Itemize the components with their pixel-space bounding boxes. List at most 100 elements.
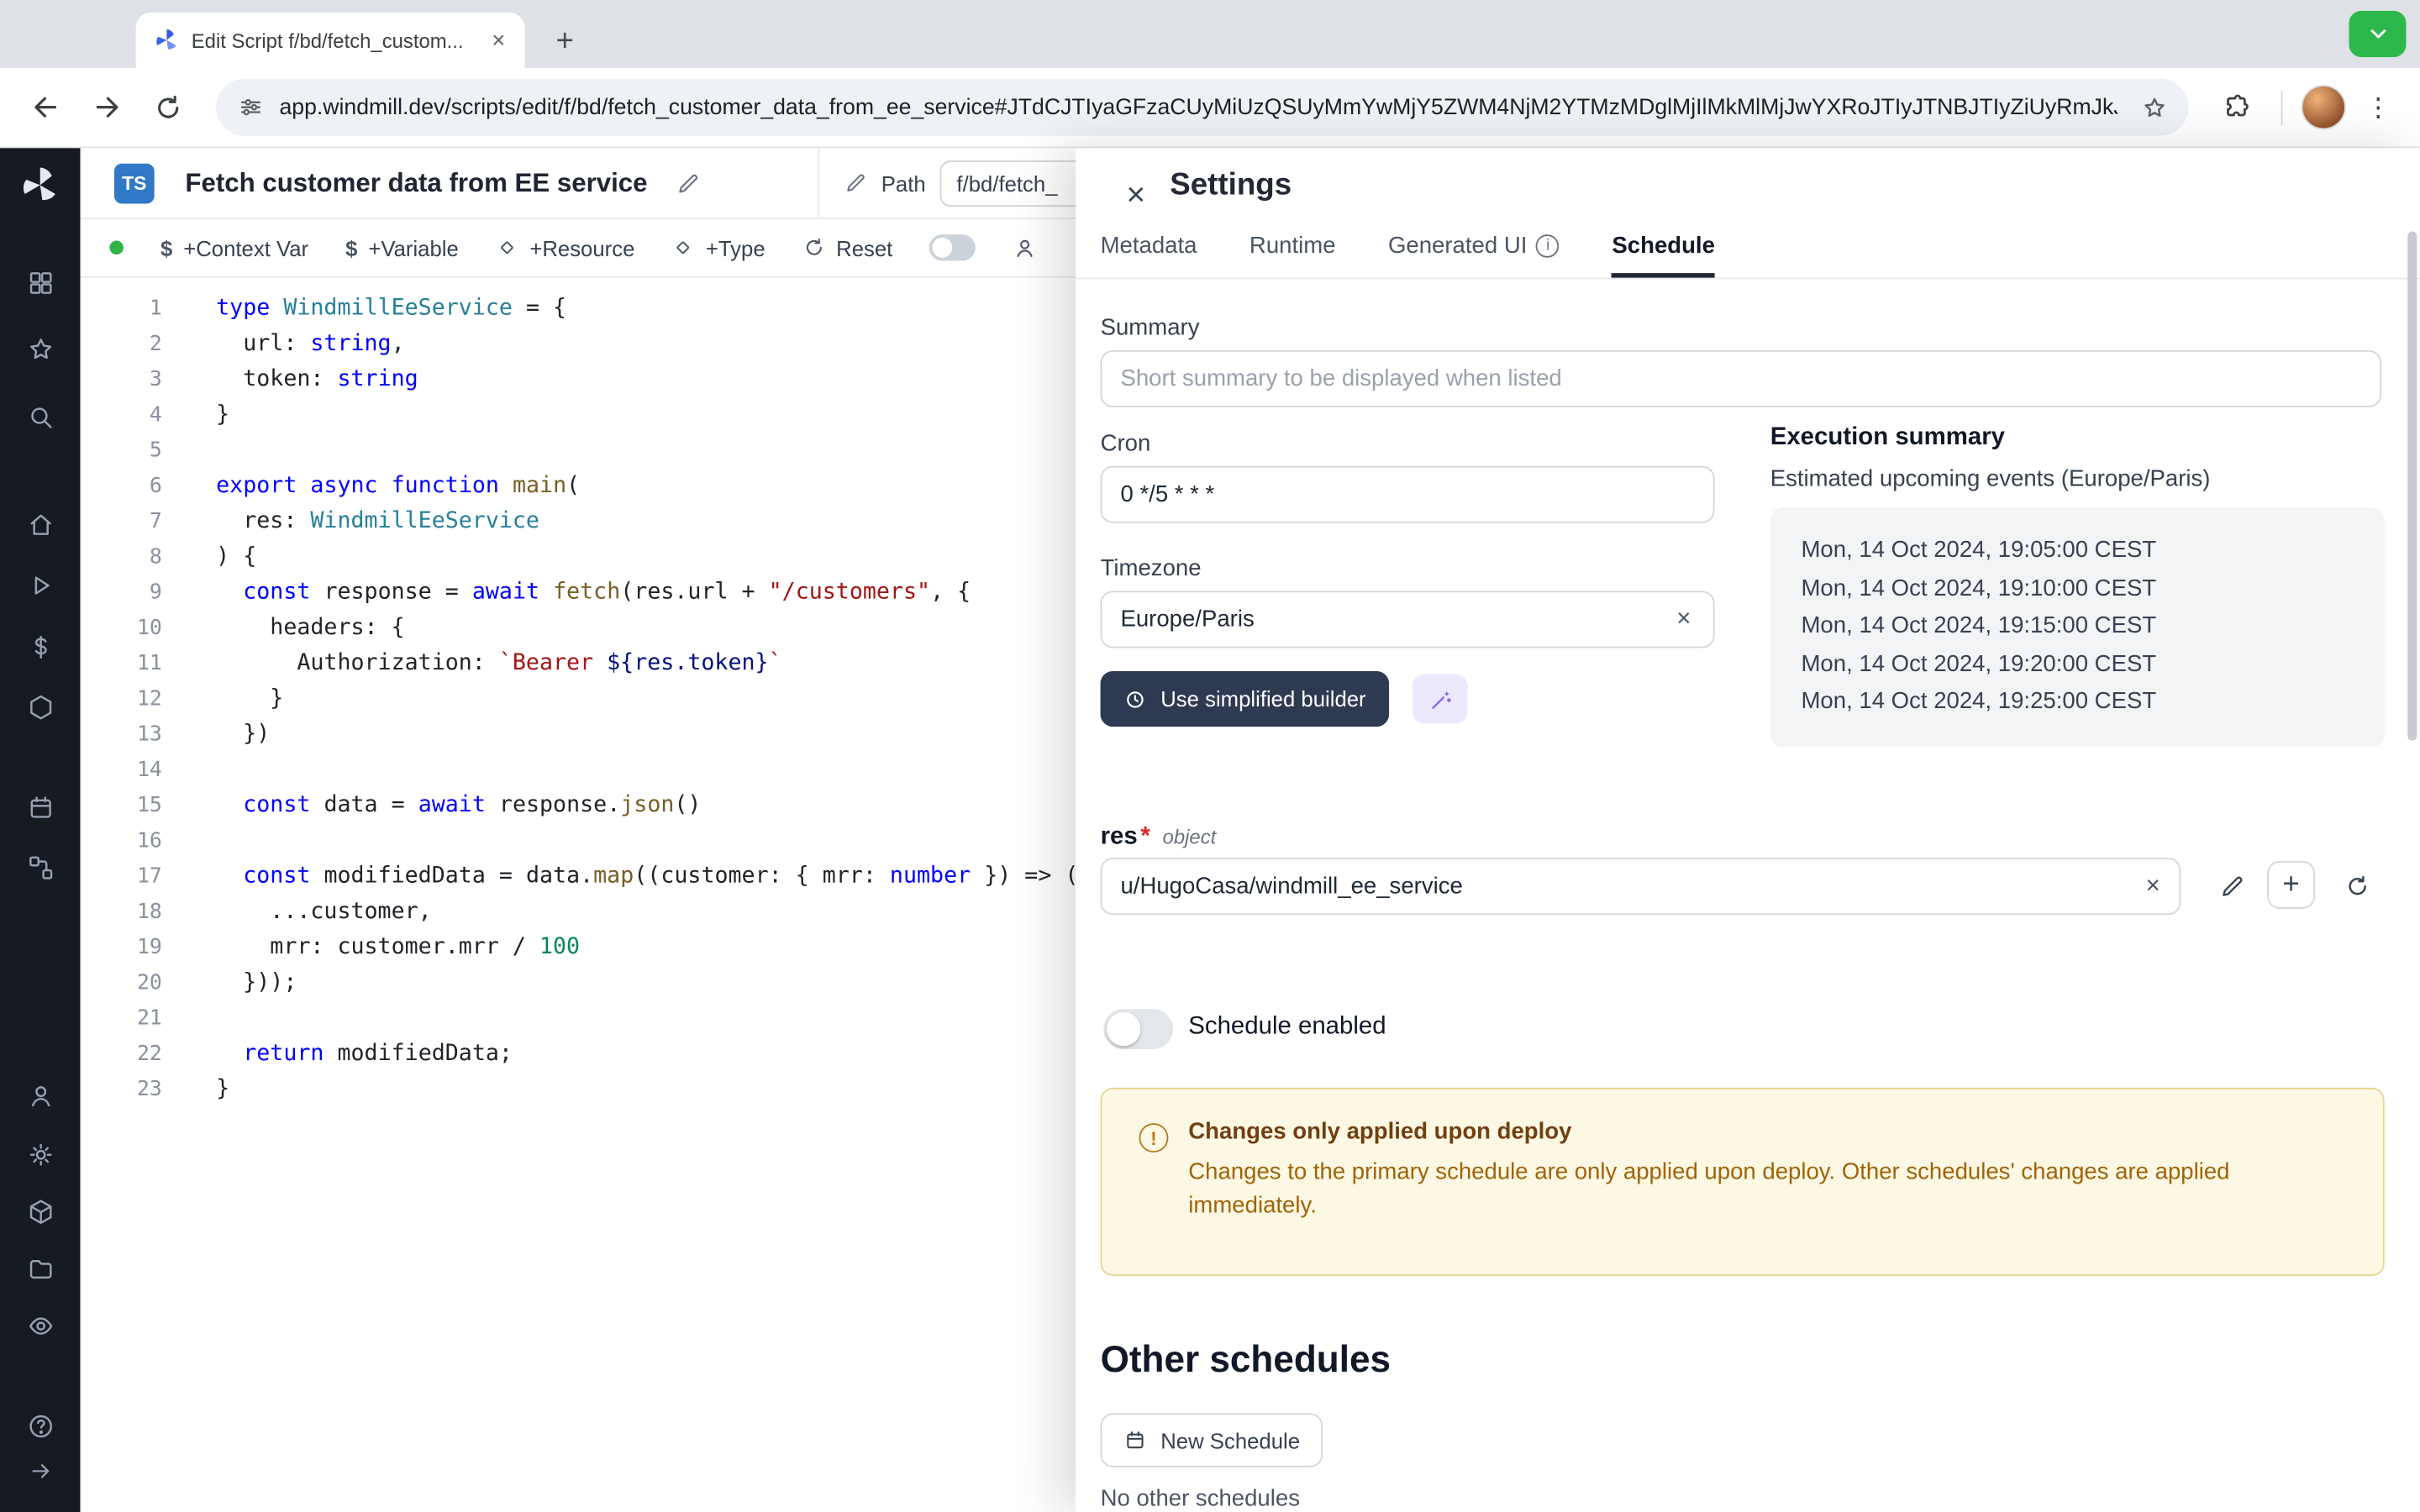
tab-schedule[interactable]: Schedule xyxy=(1612,233,1714,277)
code-text xyxy=(162,824,216,859)
app-sidebar xyxy=(0,148,81,1512)
browser-tab[interactable]: Edit Script f/bd/fetch_custom... × xyxy=(136,13,525,68)
add-resource-button[interactable]: + xyxy=(2267,861,2315,909)
search-icon[interactable] xyxy=(0,402,81,432)
new-schedule-button[interactable]: New Schedule xyxy=(1101,1413,1323,1467)
flows-icon[interactable] xyxy=(0,853,81,883)
line-number: 3 xyxy=(81,363,162,398)
help-icon[interactable] xyxy=(0,1412,81,1441)
code-text: Authorization: `Bearer ${res.token}` xyxy=(162,647,782,682)
cron-input[interactable] xyxy=(1101,466,1715,523)
users-icon[interactable] xyxy=(0,1082,81,1111)
forward-button[interactable] xyxy=(81,81,133,133)
panel-scrollbar[interactable] xyxy=(2407,232,2417,741)
line-number: 15 xyxy=(81,789,162,824)
puzzle-icon xyxy=(2221,92,2252,123)
code-text: })); xyxy=(162,966,297,1001)
line-number: 22 xyxy=(81,1037,162,1072)
line-number: 21 xyxy=(81,1001,162,1037)
resource-clear-icon[interactable]: × xyxy=(2134,869,2171,906)
extensions-button[interactable] xyxy=(2210,81,2262,133)
timezone-input[interactable] xyxy=(1101,591,1715,648)
reset-button[interactable]: Reset xyxy=(802,235,893,260)
schedules-calendar-icon[interactable] xyxy=(0,793,81,822)
new-tab-button[interactable]: + xyxy=(544,20,587,63)
line-number: 7 xyxy=(81,505,162,540)
code-text: mrr: customer.mrr / 100 xyxy=(162,931,580,966)
add-variable-button[interactable]: $+Variable xyxy=(345,235,459,260)
add-variable-label: +Variable xyxy=(368,235,458,260)
settings-gear-icon[interactable] xyxy=(0,1140,81,1169)
tab-generated-ui[interactable]: Generated UIi xyxy=(1388,233,1560,277)
timezone-clear-icon[interactable]: × xyxy=(1665,601,1702,638)
new-schedule-label: New Schedule xyxy=(1160,1428,1300,1452)
pencil-icon xyxy=(676,171,700,195)
code-text: res: WindmillEeService xyxy=(162,505,539,540)
green-dropdown-button[interactable] xyxy=(2349,11,2407,57)
audit-eye-icon[interactable] xyxy=(0,1311,81,1341)
resources-hexagon-icon[interactable] xyxy=(0,693,81,722)
back-button[interactable] xyxy=(18,81,71,133)
url-bar[interactable]: app.windmill.dev/scripts/edit/f/bd/fetch… xyxy=(216,79,2188,136)
line-number: 19 xyxy=(81,931,162,966)
code-text: const response = await fetch(res.url + "… xyxy=(162,575,971,611)
profile-avatar[interactable] xyxy=(2302,85,2346,129)
schedule-enabled-toggle[interactable] xyxy=(1103,1009,1173,1049)
toolbar-divider xyxy=(2281,90,2283,123)
url-text[interactable]: app.windmill.dev/scripts/edit/f/bd/fetch… xyxy=(279,95,2118,119)
folders-icon[interactable] xyxy=(0,1254,81,1284)
tab-close-icon[interactable]: × xyxy=(485,26,513,54)
browser-menu-button[interactable]: ⋮ xyxy=(2355,84,2402,130)
variables-dollar-icon[interactable] xyxy=(0,633,81,662)
workers-cube-icon[interactable] xyxy=(0,1197,81,1226)
editor-mini-toggle[interactable] xyxy=(929,234,976,260)
line-number: 6 xyxy=(81,469,162,504)
dollar-icon: $ xyxy=(160,235,172,260)
clock-icon xyxy=(1123,687,1147,711)
edit-resource-button[interactable] xyxy=(2208,863,2254,909)
upcoming-events-box: Mon, 14 Oct 2024, 19:05:00 CESTMon, 14 O… xyxy=(1770,507,2385,747)
site-info-icon[interactable] xyxy=(238,94,264,120)
windmill-logo[interactable] xyxy=(0,165,81,206)
add-type-button[interactable]: +Type xyxy=(671,235,765,260)
add-resource-label: +Resource xyxy=(529,235,634,260)
tab-runtime[interactable]: Runtime xyxy=(1249,233,1336,277)
code-text: ...customer, xyxy=(162,895,432,930)
code-text: } xyxy=(162,398,229,433)
close-settings-button[interactable]: × xyxy=(1110,170,1162,222)
code-text: const modifiedData = data.map((customer:… xyxy=(162,859,1092,895)
favorites-star-icon[interactable] xyxy=(0,335,81,365)
magic-wand-icon xyxy=(1427,685,1453,711)
use-simplified-builder-button[interactable]: Use simplified builder xyxy=(1101,671,1390,727)
line-number: 12 xyxy=(81,682,162,717)
reload-button[interactable] xyxy=(142,81,194,133)
refresh-icon xyxy=(2344,873,2370,899)
cron-assistant-button[interactable] xyxy=(1413,675,1468,724)
line-number: 5 xyxy=(81,433,162,469)
person-icon[interactable] xyxy=(1013,235,1038,260)
refresh-resource-button[interactable] xyxy=(2333,863,2380,909)
code-text: url: string, xyxy=(162,327,405,362)
code-text: const data = await response.json() xyxy=(162,789,702,824)
resource-input[interactable] xyxy=(1101,858,2181,915)
add-context-var-button[interactable]: $+Context Var xyxy=(160,235,308,260)
code-text: ) { xyxy=(162,540,256,575)
runs-play-icon[interactable] xyxy=(0,571,81,601)
edit-title-button[interactable] xyxy=(676,171,700,195)
apps-icon[interactable] xyxy=(0,269,81,298)
summary-input[interactable] xyxy=(1101,350,2381,407)
execution-summary-title: Execution summary xyxy=(1770,424,2005,452)
code-text: headers: { xyxy=(162,611,405,646)
back-icon xyxy=(29,91,61,123)
collapse-sidebar-icon[interactable] xyxy=(0,1458,81,1484)
deploy-warning-box: ! Changes only applied upon deploy Chang… xyxy=(1101,1088,2385,1276)
warning-body: Changes to the primary schedule are only… xyxy=(1188,1156,2339,1224)
pencil-icon[interactable] xyxy=(844,171,868,195)
add-resource-button[interactable]: +Resource xyxy=(496,235,634,260)
tab-runtime-label: Runtime xyxy=(1249,233,1336,259)
line-number: 2 xyxy=(81,327,162,362)
home-icon[interactable] xyxy=(0,511,81,540)
schedule-enabled-label: Schedule enabled xyxy=(1188,1014,1386,1042)
bookmark-star-button[interactable] xyxy=(2133,86,2175,129)
tab-metadata[interactable]: Metadata xyxy=(1101,233,1197,277)
